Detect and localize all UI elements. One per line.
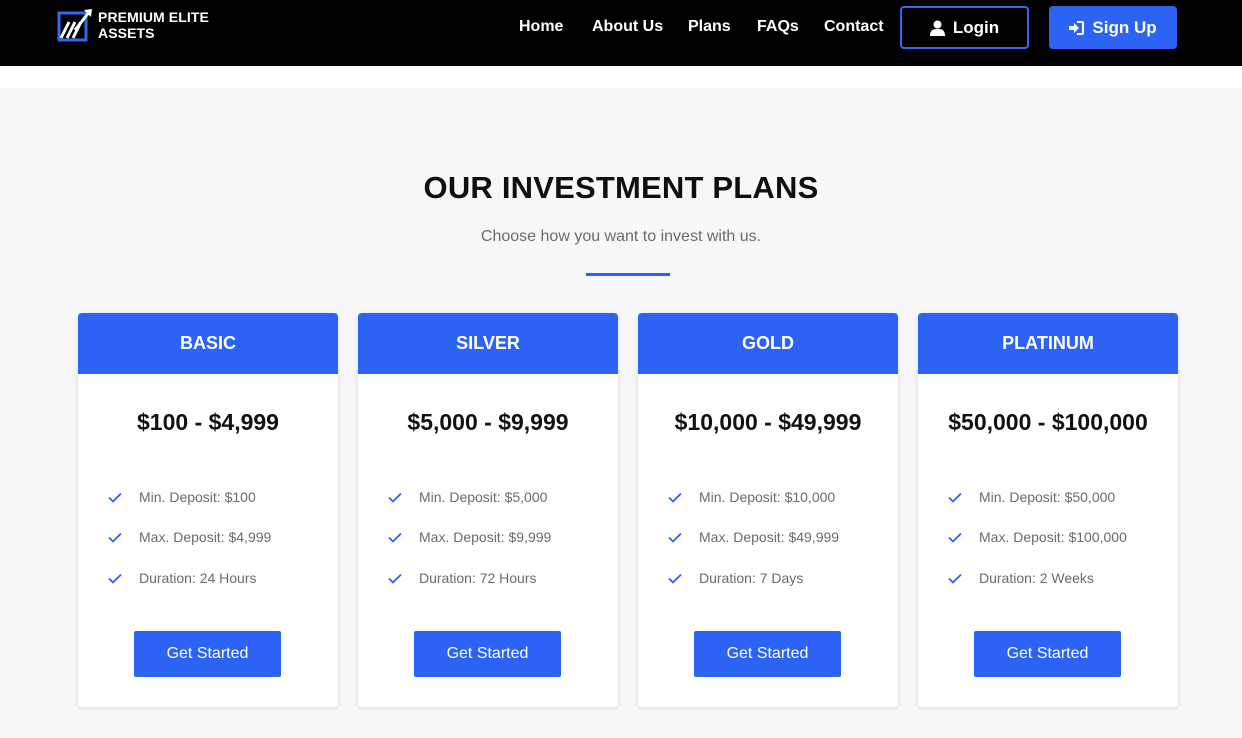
- get-started-button-silver[interactable]: Get Started: [414, 631, 561, 677]
- plan-name: BASIC: [78, 313, 338, 374]
- sign-in-icon: [1069, 20, 1085, 35]
- check-icon: [388, 532, 402, 543]
- check-icon: [388, 573, 402, 584]
- nav-faqs[interactable]: FAQs: [757, 18, 799, 36]
- user-icon: [929, 20, 945, 36]
- nav-contact[interactable]: Contact: [824, 18, 884, 36]
- plan-feature: Max. Deposit: $100,000: [948, 529, 1127, 545]
- get-started-button-platinum[interactable]: Get Started: [974, 631, 1121, 677]
- plan-feature: Duration: 2 Weeks: [948, 570, 1094, 586]
- plan-name: SILVER: [358, 313, 618, 374]
- plan-range: $100 - $4,999: [137, 409, 279, 435]
- title-divider: [586, 273, 670, 276]
- site-header: PREMIUM ELITE ASSETS Home About Us Plans…: [0, 0, 1242, 66]
- check-icon: [948, 492, 962, 503]
- check-icon: [668, 573, 682, 584]
- plan-feature: Duration: 7 Days: [668, 570, 803, 586]
- plan-feature: Max. Deposit: $49,999: [668, 529, 839, 545]
- nav-plans[interactable]: Plans: [688, 18, 731, 36]
- brand-logo[interactable]: PREMIUM ELITE ASSETS: [57, 8, 209, 42]
- get-started-button-gold[interactable]: Get Started: [694, 631, 841, 677]
- login-button[interactable]: Login: [900, 6, 1029, 49]
- login-label: Login: [952, 17, 1000, 37]
- plan-feature: Max. Deposit: $9,999: [388, 529, 551, 545]
- plan-card-platinum: PLATINUM $50,000 - $100,000 Min. Deposit…: [918, 313, 1178, 707]
- logo-chart-icon: [57, 9, 92, 42]
- plan-feature: Min. Deposit: $5,000: [388, 489, 547, 505]
- plan-range: $10,000 - $49,999: [674, 409, 862, 435]
- check-icon: [108, 532, 122, 543]
- section-title: OUR INVESTMENT PLANS: [423, 170, 819, 205]
- signup-label: Sign Up: [1092, 17, 1157, 37]
- get-started-button-basic[interactable]: Get Started: [134, 631, 281, 677]
- brand-name-line1: PREMIUM ELITE: [98, 9, 209, 25]
- plan-name: GOLD: [638, 313, 898, 374]
- check-icon: [388, 492, 402, 503]
- plan-name: PLATINUM: [918, 313, 1178, 374]
- plan-card-gold: GOLD $10,000 - $49,999 Min. Deposit: $10…: [638, 313, 898, 707]
- plan-card-basic: BASIC $100 - $4,999 Min. Deposit: $100 M…: [78, 313, 338, 707]
- check-icon: [108, 492, 122, 503]
- plan-range: $50,000 - $100,000: [948, 409, 1148, 435]
- plan-range: $5,000 - $9,999: [407, 409, 569, 435]
- plan-feature: Min. Deposit: $50,000: [948, 489, 1115, 505]
- plan-feature: Min. Deposit: $100: [108, 489, 256, 505]
- section-subtitle: Choose how you want to invest with us.: [480, 228, 762, 245]
- plan-feature: Duration: 72 Hours: [388, 570, 537, 586]
- nav-home[interactable]: Home: [519, 18, 563, 36]
- check-icon: [668, 492, 682, 503]
- signup-button[interactable]: Sign Up: [1049, 6, 1177, 49]
- plan-feature: Min. Deposit: $10,000: [668, 489, 835, 505]
- check-icon: [108, 573, 122, 584]
- plan-feature: Duration: 24 Hours: [108, 570, 257, 586]
- header-spacer: [0, 66, 1242, 88]
- nav-about-us[interactable]: About Us: [592, 18, 663, 36]
- check-icon: [948, 532, 962, 543]
- plan-feature: Max. Deposit: $4,999: [108, 529, 271, 545]
- brand-name-line2: ASSETS: [98, 25, 155, 41]
- check-icon: [668, 532, 682, 543]
- plan-card-silver: SILVER $5,000 - $9,999 Min. Deposit: $5,…: [358, 313, 618, 707]
- check-icon: [948, 573, 962, 584]
